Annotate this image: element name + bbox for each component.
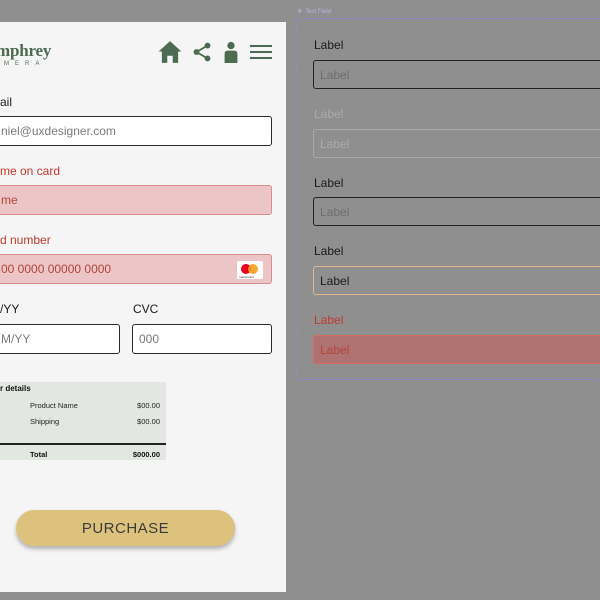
- order-divider: [0, 443, 166, 445]
- component-tag: ❖ Text Field: [297, 9, 332, 15]
- order-item-name: Product Name: [30, 401, 78, 410]
- canvas: mphrey MERA ail niel@uxdesigner.com me o…: [0, 0, 600, 600]
- expiry-value: M/YY: [1, 332, 31, 346]
- expiry-label: /YY: [0, 302, 20, 316]
- variant-focus-label: Label: [314, 244, 344, 258]
- name-on-card-value: me: [1, 193, 18, 207]
- email-value: niel@uxdesigner.com: [1, 124, 116, 138]
- variant-filled-field[interactable]: Label: [313, 197, 600, 226]
- mastercard-icon: mastercard: [237, 261, 263, 279]
- variant-disabled-label: Label: [314, 107, 344, 121]
- order-item-name: Shipping: [30, 417, 60, 426]
- variant-error-field[interactable]: Label: [313, 335, 600, 364]
- card-number-label: d number: [0, 233, 51, 247]
- order-item-amount: $00.00: [137, 417, 160, 426]
- variant-error-label: Label: [314, 313, 344, 327]
- variant-disabled-value: Label: [320, 136, 350, 151]
- card-number-value: 00 0000 00000 0000: [1, 262, 112, 276]
- checkout-screen: mphrey MERA ail niel@uxdesigner.com me o…: [0, 22, 286, 592]
- order-item-amount: $00.00: [137, 401, 160, 410]
- variant-disabled-field: Label: [313, 129, 600, 158]
- variant-default-field[interactable]: Label: [313, 60, 600, 89]
- email-label: ail: [0, 95, 13, 109]
- cvc-label: CVC: [133, 302, 159, 316]
- card-number-field[interactable]: 00 0000 00000 0000 mastercard: [0, 254, 272, 284]
- purchase-button[interactable]: PURCHASE: [16, 510, 235, 546]
- brand-logo[interactable]: mphrey MERA: [0, 42, 76, 68]
- variant-filled-value: Label: [320, 204, 350, 219]
- variant-filled-label: Label: [314, 176, 344, 190]
- order-total-label: Total: [30, 450, 48, 459]
- expiry-field[interactable]: M/YY: [0, 324, 120, 354]
- home-icon[interactable]: [157, 39, 183, 65]
- cvc-value: 000: [139, 332, 160, 346]
- name-on-card-field[interactable]: me: [0, 185, 272, 215]
- share-icon[interactable]: [191, 39, 213, 65]
- order-total-amount: $000.00: [132, 450, 160, 459]
- brand-name: mphrey: [0, 41, 52, 60]
- variant-focus-value: Label: [320, 273, 350, 288]
- variant-focus-field[interactable]: Label: [313, 266, 600, 295]
- user-icon[interactable]: [220, 39, 242, 65]
- order-summary: r details Product Name $00.00 Shipping $…: [0, 382, 166, 460]
- name-on-card-label: me on card: [0, 164, 61, 178]
- variant-default-value: Label: [320, 67, 350, 82]
- email-field[interactable]: niel@uxdesigner.com: [0, 116, 272, 146]
- menu-icon[interactable]: [249, 39, 273, 65]
- variant-default-label: Label: [314, 38, 344, 52]
- component-diamond-icon: ❖: [297, 9, 303, 15]
- order-title: r details: [0, 384, 31, 393]
- brand-subname: MERA: [4, 61, 46, 67]
- variant-error-value: Label: [320, 342, 350, 357]
- cvc-field[interactable]: 000: [132, 324, 272, 354]
